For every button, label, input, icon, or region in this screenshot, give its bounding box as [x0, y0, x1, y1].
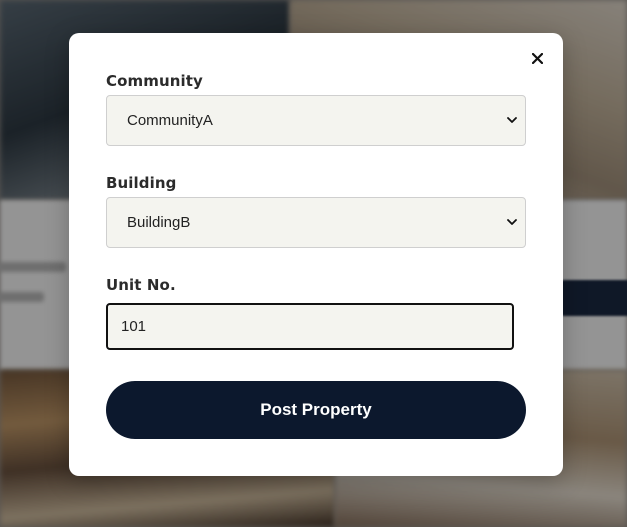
community-select[interactable]: CommunityA	[106, 95, 526, 146]
close-button[interactable]	[529, 50, 545, 66]
community-label: Community	[106, 72, 203, 90]
community-selected-value: CommunityA	[127, 112, 213, 129]
unit-label: Unit No.	[106, 276, 176, 294]
building-select[interactable]: BuildingB	[106, 197, 526, 248]
close-icon	[531, 52, 543, 64]
building-selected-value: BuildingB	[127, 214, 191, 231]
chevron-down-icon	[507, 117, 517, 123]
post-property-modal: Community CommunityA Building BuildingB …	[69, 33, 563, 476]
chevron-down-icon	[507, 219, 517, 225]
post-property-button[interactable]: Post Property	[106, 381, 526, 439]
unit-number-input[interactable]	[106, 303, 514, 350]
building-label: Building	[106, 174, 177, 192]
